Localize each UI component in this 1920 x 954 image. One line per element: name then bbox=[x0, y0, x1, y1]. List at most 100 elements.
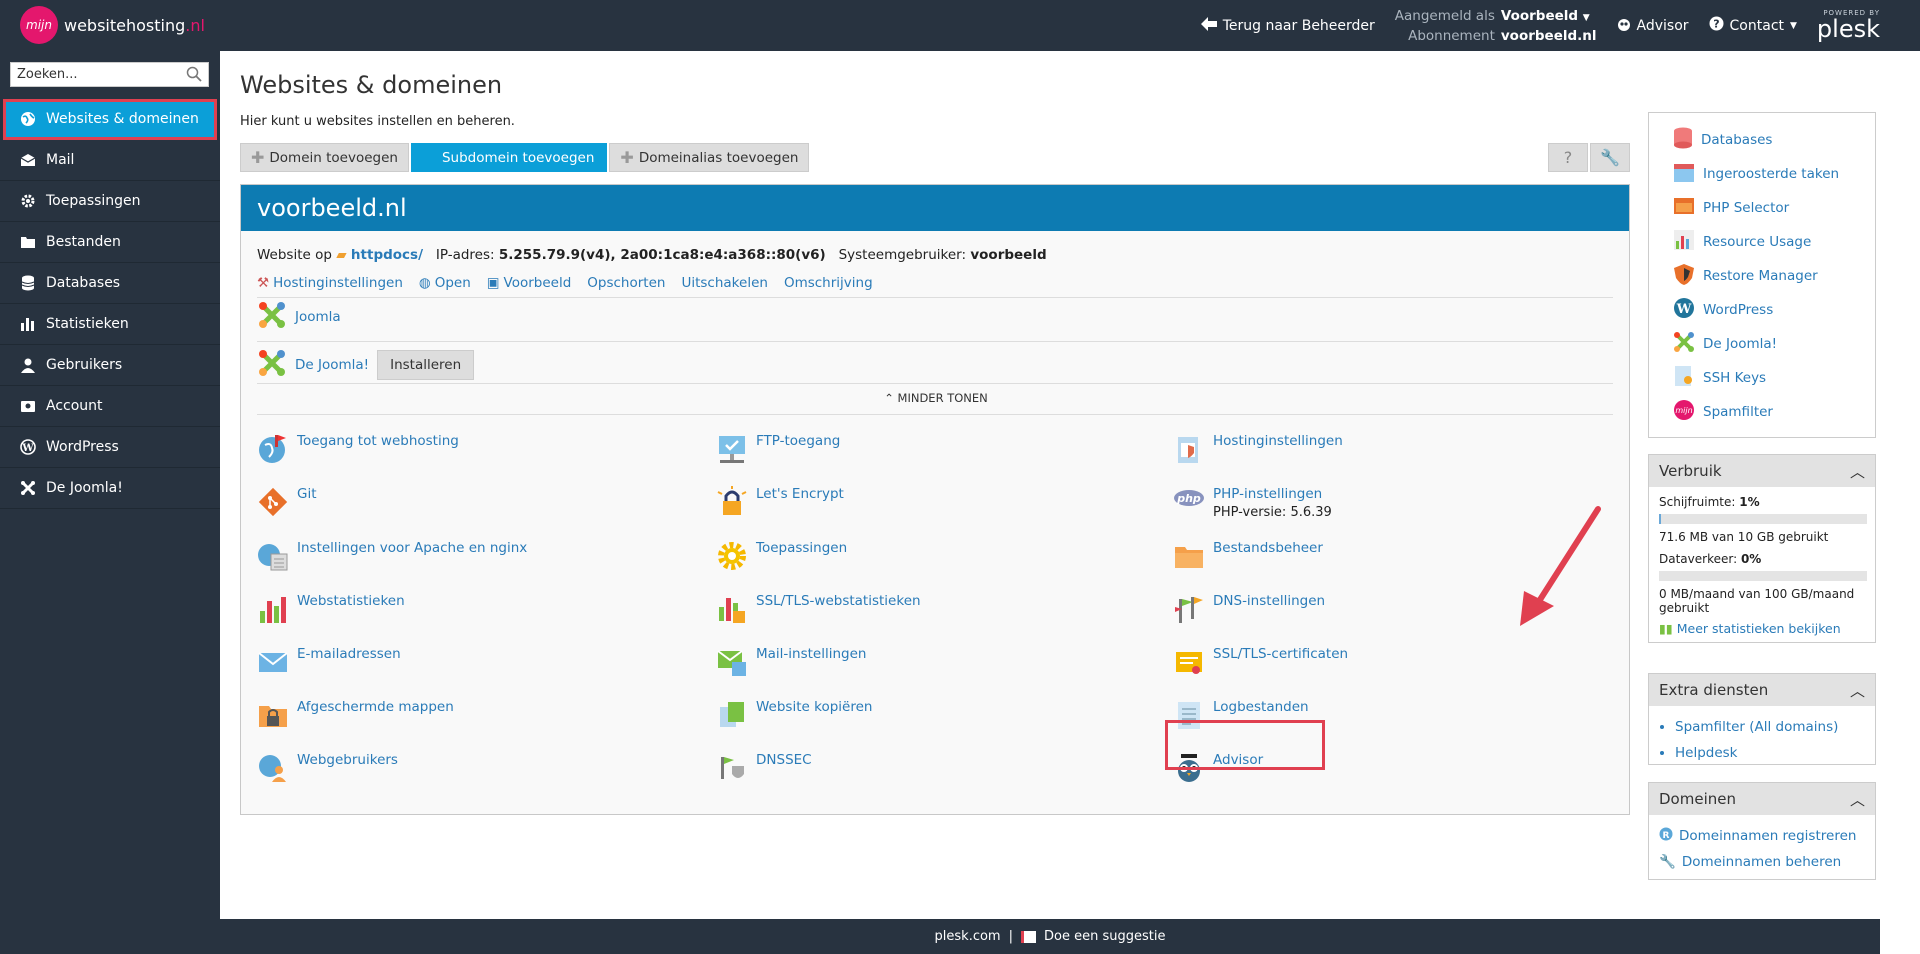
search-box[interactable] bbox=[10, 62, 209, 87]
php-icon: php bbox=[1173, 486, 1205, 518]
feature-git[interactable]: Git bbox=[257, 486, 677, 518]
contact-button[interactable]: ? Contact ▼ bbox=[1709, 16, 1797, 35]
suggestion-link[interactable]: Doe een suggestie bbox=[1044, 929, 1165, 944]
preview-link[interactable]: ▣ Voorbeeld bbox=[487, 275, 572, 291]
tool-restore-manager[interactable]: Restore Manager bbox=[1673, 259, 1875, 293]
feature-hosting-settings[interactable]: Hostinginstellingen bbox=[1173, 433, 1593, 465]
description-link[interactable]: Omschrijving bbox=[784, 275, 873, 291]
feature-web-users[interactable]: Webgebruikers bbox=[257, 752, 677, 784]
nav-users[interactable]: Gebruikers bbox=[0, 345, 220, 386]
extra-services-header[interactable]: Extra diensten ︿ bbox=[1649, 674, 1875, 706]
globe-icon: ◍ bbox=[418, 275, 431, 291]
tool-scheduled-tasks[interactable]: Ingeroosterde taken bbox=[1673, 157, 1875, 191]
bar-chart-icon bbox=[20, 316, 36, 332]
feature-web-statistics[interactable]: Webstatistieken bbox=[257, 593, 677, 625]
folder-icon bbox=[20, 234, 36, 250]
spamfilter-link[interactable]: Spamfilter (All domains) bbox=[1675, 714, 1875, 740]
protected-folder-icon bbox=[257, 699, 289, 731]
feature-ssl-certificates[interactable]: SSL/TLS-certificaten bbox=[1173, 646, 1593, 678]
feature-applications[interactable]: Toepassingen bbox=[716, 540, 1136, 572]
nav-websites-domains[interactable]: Websites & domeinen bbox=[3, 99, 217, 140]
nav-wordpress[interactable]: W WordPress bbox=[0, 427, 220, 468]
helpdesk-link[interactable]: Helpdesk bbox=[1675, 740, 1875, 766]
disk-usage-bar bbox=[1659, 514, 1867, 524]
feature-apache-nginx[interactable]: Instellingen voor Apache en nginx bbox=[257, 540, 677, 572]
logo-tld: .nl bbox=[185, 15, 205, 35]
back-to-admin-link[interactable]: Terug naar Beheerder bbox=[1200, 16, 1375, 35]
back-label: Terug naar Beheerder bbox=[1222, 17, 1375, 34]
mail-icon bbox=[20, 152, 36, 168]
de-joomla-link[interactable]: De Joomla! bbox=[295, 357, 369, 373]
nav-label: De Joomla! bbox=[46, 480, 123, 496]
tool-ssh-keys[interactable]: SSH Keys bbox=[1673, 361, 1875, 395]
tool-spamfilter[interactable]: mijn Spamfilter bbox=[1673, 395, 1875, 429]
main-content: Websites & domeinen Hier kunt u websites… bbox=[220, 51, 1880, 919]
install-button[interactable]: Installeren bbox=[377, 350, 475, 380]
key-icon bbox=[1673, 365, 1695, 391]
search-input[interactable] bbox=[11, 66, 179, 83]
plesk-com-link[interactable]: plesk.com bbox=[935, 929, 1001, 944]
feature-ftp-access[interactable]: FTP-toegang bbox=[716, 433, 1136, 465]
more-statistics-link[interactable]: ▮▮ Meer statistieken bekijken bbox=[1659, 621, 1865, 636]
feature-ssl-web-statistics[interactable]: SSL/TLS-webstatistieken bbox=[716, 593, 1136, 625]
logo-name: websitehosting bbox=[64, 15, 186, 35]
docroot-link[interactable]: httpdocs/ bbox=[351, 247, 423, 263]
contact-label: Contact bbox=[1729, 17, 1784, 34]
help-button[interactable]: ? bbox=[1548, 143, 1588, 172]
sidebar: Websites & domeinen Mail Toepassingen Be… bbox=[0, 51, 220, 954]
domains-header[interactable]: Domeinen ︿ bbox=[1649, 783, 1875, 815]
caret-down-icon: ▼ bbox=[1790, 20, 1797, 31]
register-domains-link[interactable]: R Domeinnamen registreren bbox=[1649, 823, 1875, 849]
tool-joomla[interactable]: De Joomla! bbox=[1673, 327, 1875, 361]
footer: plesk.com | Doe een suggestie bbox=[220, 919, 1880, 954]
tool-php-selector[interactable]: PHP Selector bbox=[1673, 191, 1875, 225]
nav-joomla[interactable]: De Joomla! bbox=[0, 468, 220, 509]
joomla-link[interactable]: Joomla bbox=[295, 309, 341, 325]
add-domain-alias-button[interactable]: ✚ Domeinalias toevoegen bbox=[609, 143, 810, 172]
usage-header[interactable]: Verbruik ︿ bbox=[1649, 455, 1875, 487]
feature-protected-folders[interactable]: Afgeschermde mappen bbox=[257, 699, 677, 731]
nav-applications[interactable]: Toepassingen bbox=[0, 181, 220, 222]
settings-button[interactable]: 🔧 bbox=[1590, 143, 1630, 172]
divider bbox=[257, 341, 1613, 342]
domains-panel: Domeinen ︿ R Domeinnamen registreren 🔧 Dome… bbox=[1648, 782, 1876, 880]
open-link[interactable]: ◍ Open bbox=[419, 275, 471, 291]
add-domain-button[interactable]: ✚ Domein toevoegen bbox=[240, 143, 409, 172]
nav-databases[interactable]: Databases bbox=[0, 263, 220, 304]
disable-link[interactable]: Uitschakelen bbox=[681, 275, 767, 291]
traffic-usage-bar bbox=[1659, 571, 1867, 581]
show-less-toggle[interactable]: ⌃ MINDER TONEN bbox=[241, 391, 1631, 405]
tool-resource-usage[interactable]: Resource Usage bbox=[1673, 225, 1875, 259]
tool-wordpress[interactable]: W WordPress bbox=[1673, 293, 1875, 327]
feature-lets-encrypt[interactable]: Let's Encrypt bbox=[716, 486, 1136, 518]
add-subdomain-button[interactable]: Subdomein toevoegen bbox=[410, 143, 608, 172]
nav-account[interactable]: Account bbox=[0, 386, 220, 427]
nav-statistics[interactable]: Statistieken bbox=[0, 304, 220, 345]
advisor-button[interactable]: Advisor bbox=[1617, 17, 1689, 35]
dns-flags-icon bbox=[1173, 593, 1205, 625]
feature-dnssec[interactable]: DNSSEC bbox=[716, 752, 1136, 784]
database-icon bbox=[20, 275, 36, 291]
suspend-link[interactable]: Opschorten bbox=[587, 275, 665, 291]
nav-label: Gebruikers bbox=[46, 357, 123, 373]
hosting-settings-link[interactable]: ⚒ Hostinginstellingen bbox=[257, 275, 403, 291]
feature-copy-website[interactable]: Website kopiëren bbox=[716, 699, 1136, 731]
manage-domains-link[interactable]: 🔧 Domeinnamen beheren bbox=[1649, 849, 1875, 875]
domain-panel: voorbeeld.nl Website op ▰ httpdocs/ IP-a… bbox=[240, 184, 1630, 815]
search-icon[interactable] bbox=[186, 66, 202, 86]
brand-logo[interactable]: mijn websitehosting.nl bbox=[20, 6, 205, 44]
feature-email-addresses[interactable]: E-mailadressen bbox=[257, 646, 677, 678]
plesk-logo[interactable]: POWERED BY plesk bbox=[1817, 10, 1880, 42]
tool-databases[interactable]: Databases bbox=[1673, 123, 1875, 157]
chevron-up-icon: ⌃ bbox=[884, 391, 894, 405]
account-info[interactable]: Aangemeld als Voorbeeld ▼ Abonnement voo… bbox=[1395, 7, 1597, 45]
nav-label: WordPress bbox=[46, 439, 119, 455]
domain-title[interactable]: voorbeeld.nl bbox=[241, 185, 1629, 231]
chevron-up-icon: ︿ bbox=[1849, 681, 1865, 700]
feature-webhosting-access[interactable]: Toegang tot webhosting bbox=[257, 433, 677, 465]
feature-mail-settings[interactable]: Mail-instellingen bbox=[716, 646, 1136, 678]
nav-mail[interactable]: Mail bbox=[0, 140, 220, 181]
suggestion-icon bbox=[1020, 930, 1036, 943]
nav-files[interactable]: Bestanden bbox=[0, 222, 220, 263]
scrollbar[interactable] bbox=[1880, 51, 1920, 919]
